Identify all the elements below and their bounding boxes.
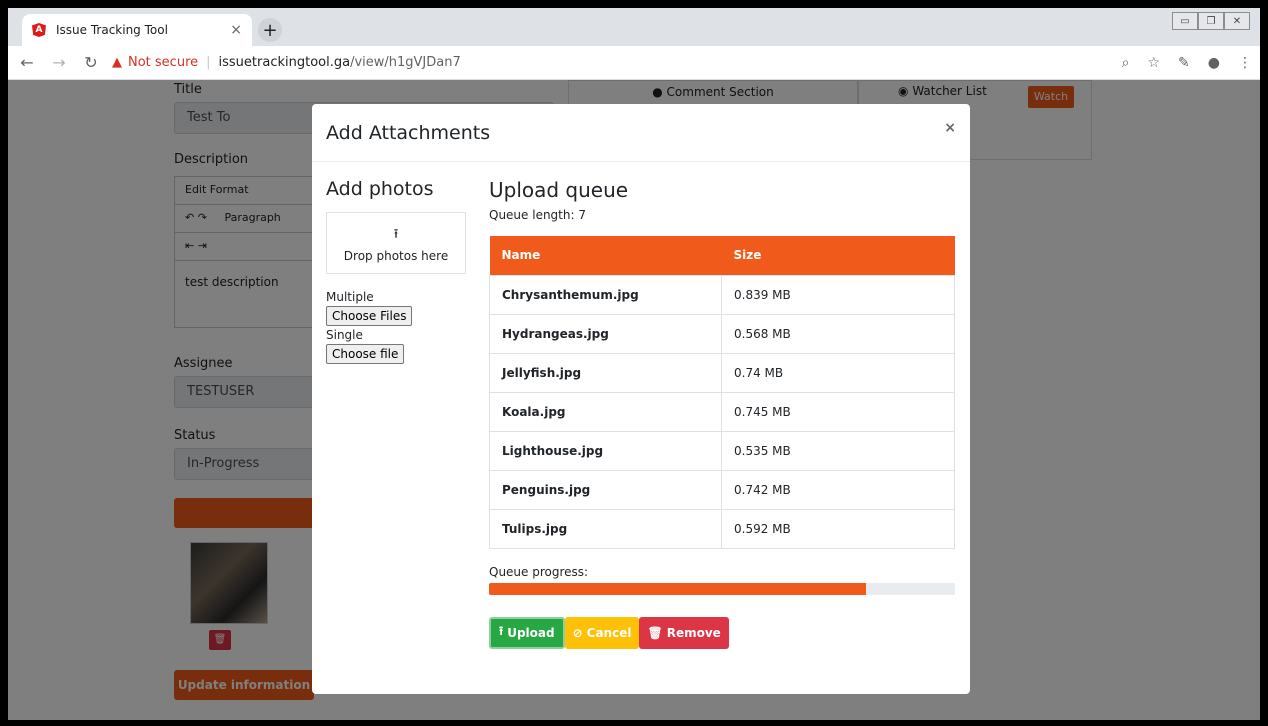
photo-drop-zone[interactable]: ⭱ Drop photos here [326,212,466,274]
choose-file-button[interactable]: Choose file [326,344,405,364]
toolbar-actions: ⌕ ☆ ✎ ● ⋮ [1122,46,1252,80]
cancel-button[interactable]: ⊘ Cancel [564,616,640,649]
table-row: Lighthouse.jpg 0.535 MB [489,430,955,471]
upload-queue-heading: Upload queue [489,178,629,202]
tab-title: Issue Tracking Tool [56,23,168,37]
name-column-header: Name [489,236,722,275]
remove-button[interactable]: 🗑 Remove [639,616,729,649]
table-row: Jellyfish.jpg 0.74 MB [489,352,955,393]
table-row: Koala.jpg 0.745 MB [489,391,955,432]
separator: | [206,55,211,70]
file-size: 0.592 MB [721,508,955,549]
queue-actions: ⭱ Upload ⊘ Cancel 🗑 Remove [489,616,957,649]
close-window-icon[interactable]: ✕ [1224,12,1250,30]
browser-toolbar: ← → ↻ ▲ Not secure | issuetrackingtool.g… [8,46,1260,80]
drop-photos-text: Drop photos here [343,249,449,263]
multiple-label: Multiple [326,290,374,304]
upload-button-label: Upload [507,625,555,640]
file-size: 0.742 MB [721,469,955,510]
file-name: Jellyfish.jpg [489,352,722,393]
single-label: Single [326,328,363,342]
modal-header: Add Attachments × [312,104,970,162]
file-size: 0.568 MB [721,313,955,354]
file-name: Penguins.jpg [489,469,722,510]
remove-button-label: Remove [666,625,721,640]
add-photos-column: Add photos ⭱ Drop photos here Multiple C… [326,178,466,364]
warning-icon: ▲ [112,55,122,70]
upload-icon: ⭱ [499,624,504,638]
not-secure-label: Not secure [128,55,199,70]
ban-icon: ⊘ [572,625,583,640]
menu-icon[interactable]: ⋮ [1238,55,1252,71]
url-host: issuetrackingtool.ga [218,55,351,70]
table-row: Tulips.jpg 0.592 MB [489,508,955,549]
url-path: /view/h1gVJDan7 [350,55,461,70]
queue-progress-bar [489,582,955,595]
address-bar[interactable]: ▲ Not secure | issuetrackingtool.ga /vie… [112,55,461,70]
cancel-button-label: Cancel [586,625,632,640]
upload-queue-column: Upload queue Queue length: 7 Name Size C… [489,178,957,649]
table-header-row: Name Size [489,236,955,275]
file-size: 0.74 MB [721,352,955,393]
forward-icon[interactable]: → [46,53,72,72]
queue-progress-label: Queue progress: [489,564,589,579]
angular-favicon-icon: A [32,23,46,37]
account-icon[interactable]: ● [1208,55,1220,71]
file-name: Hydrangeas.jpg [489,313,722,354]
file-size: 0.839 MB [721,274,955,315]
file-name: Chrysanthemum.jpg [489,274,722,315]
file-name: Lighthouse.jpg [489,430,722,471]
file-name: Koala.jpg [489,391,722,432]
new-tab-button[interactable]: + [258,18,282,42]
modal-title: Add Attachments [326,122,491,144]
zoom-icon[interactable]: ⌕ [1122,55,1130,71]
table-row: Chrysanthemum.jpg 0.839 MB [489,274,955,315]
tab-strip: A Issue Tracking Tool × + ▭ ❐ ✕ [8,8,1260,46]
file-size: 0.535 MB [721,430,955,471]
browser-window: A Issue Tracking Tool × + ▭ ❐ ✕ ← → ↻ ▲ … [8,8,1260,720]
eyedropper-icon[interactable]: ✎ [1178,55,1190,71]
add-attachments-modal: Add Attachments × Add photos ⭱ Drop phot… [312,104,970,694]
table-row: Hydrangeas.jpg 0.568 MB [489,313,955,354]
file-name: Tulips.jpg [489,508,722,549]
upload-button[interactable]: ⭱ Upload [489,616,565,649]
bookmark-star-icon[interactable]: ☆ [1147,55,1160,71]
close-icon[interactable]: × [944,120,956,136]
file-size: 0.745 MB [721,391,955,432]
queue-length: Queue length: 7 [489,208,586,222]
browser-tab[interactable]: A Issue Tracking Tool × [22,14,252,46]
back-icon[interactable]: ← [14,53,40,72]
tab-close-icon[interactable]: × [230,22,242,38]
upload-icon: ⭱ [393,227,399,242]
trash-icon: 🗑 [647,625,663,640]
size-column-header: Size [721,236,955,275]
add-photos-heading: Add photos [326,178,434,200]
minimize-icon[interactable]: ▭ [1172,12,1198,30]
table-row: Penguins.jpg 0.742 MB [489,469,955,510]
window-controls: ▭ ❐ ✕ [1172,12,1250,30]
restore-icon[interactable]: ❐ [1198,12,1224,30]
queue-progress-fill [489,582,867,595]
reload-icon[interactable]: ↻ [78,53,104,72]
queue-table: Name Size Chrysanthemum.jpg 0.839 MB Hydr… [489,236,955,549]
choose-files-button[interactable]: Choose Files [326,306,413,326]
